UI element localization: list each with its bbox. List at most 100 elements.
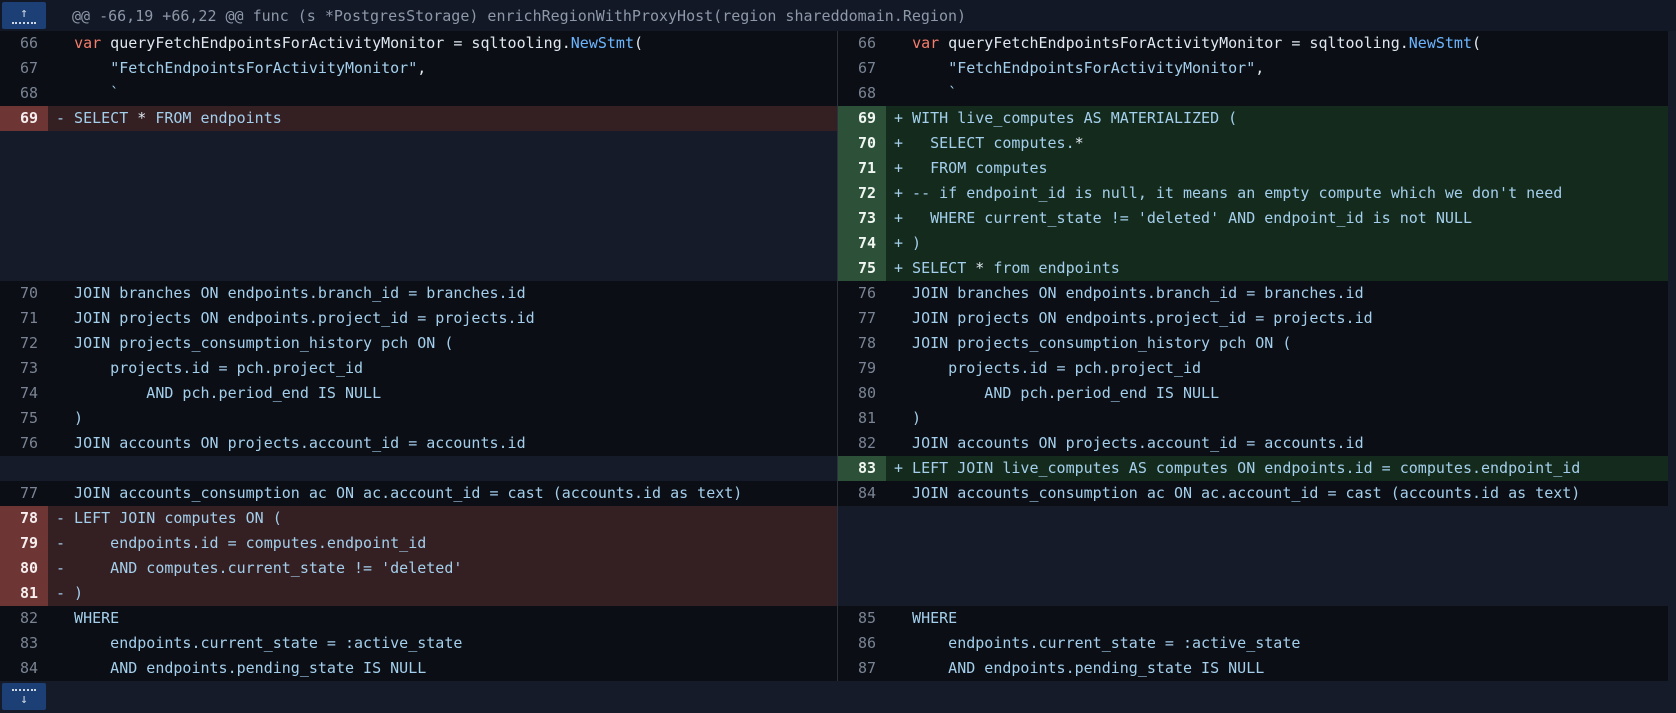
diff-row-left [0, 156, 837, 181]
line-number [0, 156, 48, 181]
line-number[interactable]: 73 [0, 356, 48, 381]
code-line: + LEFT JOIN live_computes AS computes ON… [886, 456, 1668, 481]
scrollbar-track[interactable] [1668, 31, 1676, 681]
line-number[interactable]: 76 [838, 281, 886, 306]
line-number[interactable]: 78 [838, 331, 886, 356]
diff-row-left: 69- SELECT * FROM endpoints [0, 106, 837, 131]
diff-row-left: 79- endpoints.id = computes.endpoint_id [0, 531, 837, 556]
diff-row-right [838, 581, 1668, 606]
code-line: + WHERE current_state != 'deleted' AND e… [886, 206, 1668, 231]
diff-row-left: 81- ) [0, 581, 837, 606]
line-number[interactable]: 79 [0, 531, 48, 556]
diff-row-right: 68 ` [838, 81, 1668, 106]
line-number [838, 556, 886, 581]
diff-row-left [0, 131, 837, 156]
code-line: var queryFetchEndpointsForActivityMonito… [48, 31, 837, 56]
line-number[interactable]: 72 [838, 181, 886, 206]
line-number[interactable]: 68 [0, 81, 48, 106]
line-number[interactable]: 73 [838, 206, 886, 231]
code-line: ) [48, 406, 837, 431]
diff-row-left [0, 456, 837, 481]
code-line: endpoints.current_state = :active_state [886, 631, 1668, 656]
diff-row-left: 73 projects.id = pch.project_id [0, 356, 837, 381]
code-line: JOIN accounts ON projects.account_id = a… [886, 431, 1668, 456]
line-number[interactable]: 79 [838, 356, 886, 381]
line-number[interactable]: 74 [838, 231, 886, 256]
line-number[interactable]: 66 [838, 31, 886, 56]
line-number[interactable]: 78 [0, 506, 48, 531]
diff-row-right: 80 AND pch.period_end IS NULL [838, 381, 1668, 406]
code-line: - endpoints.id = computes.endpoint_id [48, 531, 837, 556]
line-number[interactable]: 81 [838, 406, 886, 431]
code-line: JOIN projects_consumption_history pch ON… [886, 331, 1668, 356]
diff-row-right [838, 531, 1668, 556]
line-number[interactable]: 75 [838, 256, 886, 281]
diff-row-left: 83 endpoints.current_state = :active_sta… [0, 631, 837, 656]
line-number[interactable]: 80 [838, 381, 886, 406]
line-number[interactable]: 81 [0, 581, 48, 606]
code-line: AND endpoints.pending_state IS NULL [48, 656, 837, 681]
line-number [838, 581, 886, 606]
line-number[interactable]: 87 [838, 656, 886, 681]
diff-row-right [838, 556, 1668, 581]
diff-row-left: 80- AND computes.current_state != 'delet… [0, 556, 837, 581]
line-number[interactable]: 68 [838, 81, 886, 106]
line-number[interactable]: 69 [0, 106, 48, 131]
diff-row-left: 66 var queryFetchEndpointsForActivityMon… [0, 31, 837, 56]
line-number [0, 206, 48, 231]
code-line: WHERE [886, 606, 1668, 631]
code-line: JOIN branches ON endpoints.branch_id = b… [886, 281, 1668, 306]
diff-row-left: 75 ) [0, 406, 837, 431]
code-line: JOIN branches ON endpoints.branch_id = b… [48, 281, 837, 306]
code-line: + ) [886, 231, 1668, 256]
code-line: endpoints.current_state = :active_state [48, 631, 837, 656]
line-number[interactable]: 74 [0, 381, 48, 406]
code-line [48, 231, 837, 256]
diff-row-right [838, 506, 1668, 531]
diff-pane-left: 66 var queryFetchEndpointsForActivityMon… [0, 31, 838, 681]
line-number[interactable]: 85 [838, 606, 886, 631]
diff-row-right: 84 JOIN accounts_consumption ac ON ac.ac… [838, 481, 1668, 506]
line-number[interactable]: 82 [838, 431, 886, 456]
line-number [0, 231, 48, 256]
diff-row-left: 72 JOIN projects_consumption_history pch… [0, 331, 837, 356]
expand-down-button[interactable]: ↓ [2, 683, 46, 710]
line-number[interactable]: 67 [838, 56, 886, 81]
line-number[interactable]: 76 [0, 431, 48, 456]
line-number[interactable]: 71 [838, 156, 886, 181]
diff-row-right: 66 var queryFetchEndpointsForActivityMon… [838, 31, 1668, 56]
line-number[interactable]: 70 [0, 281, 48, 306]
line-number[interactable]: 84 [838, 481, 886, 506]
diff-row-right: 72+ -- if endpoint_id is null, it means … [838, 181, 1668, 206]
line-number[interactable]: 84 [0, 656, 48, 681]
line-number[interactable]: 75 [0, 406, 48, 431]
diff-row-right: 76 JOIN branches ON endpoints.branch_id … [838, 281, 1668, 306]
code-line: AND pch.period_end IS NULL [48, 381, 837, 406]
hunk-header-bar: ↑ @@ -66,19 +66,22 @@ func (s *PostgresS… [0, 0, 1676, 31]
line-number[interactable]: 70 [838, 131, 886, 156]
diff-row-right: 75+ SELECT * from endpoints [838, 256, 1668, 281]
diff-row-left: 74 AND pch.period_end IS NULL [0, 381, 837, 406]
bottom-expand-bar: ↓ [0, 681, 1676, 713]
line-number[interactable]: 69 [838, 106, 886, 131]
line-number[interactable]: 66 [0, 31, 48, 56]
line-number[interactable]: 80 [0, 556, 48, 581]
code-line: WHERE [48, 606, 837, 631]
line-number [0, 181, 48, 206]
line-number[interactable]: 71 [0, 306, 48, 331]
line-number[interactable]: 67 [0, 56, 48, 81]
code-line: - ) [48, 581, 837, 606]
line-number[interactable]: 72 [0, 331, 48, 356]
code-line [886, 581, 1668, 606]
code-line: JOIN accounts_consumption ac ON ac.accou… [48, 481, 837, 506]
expand-up-button[interactable]: ↑ [2, 2, 46, 29]
line-number[interactable]: 83 [838, 456, 886, 481]
code-line [886, 556, 1668, 581]
line-number[interactable]: 82 [0, 606, 48, 631]
diff-row-right: 81 ) [838, 406, 1668, 431]
code-line: + FROM computes [886, 156, 1668, 181]
line-number[interactable]: 83 [0, 631, 48, 656]
line-number[interactable]: 86 [838, 631, 886, 656]
line-number[interactable]: 77 [838, 306, 886, 331]
line-number[interactable]: 77 [0, 481, 48, 506]
